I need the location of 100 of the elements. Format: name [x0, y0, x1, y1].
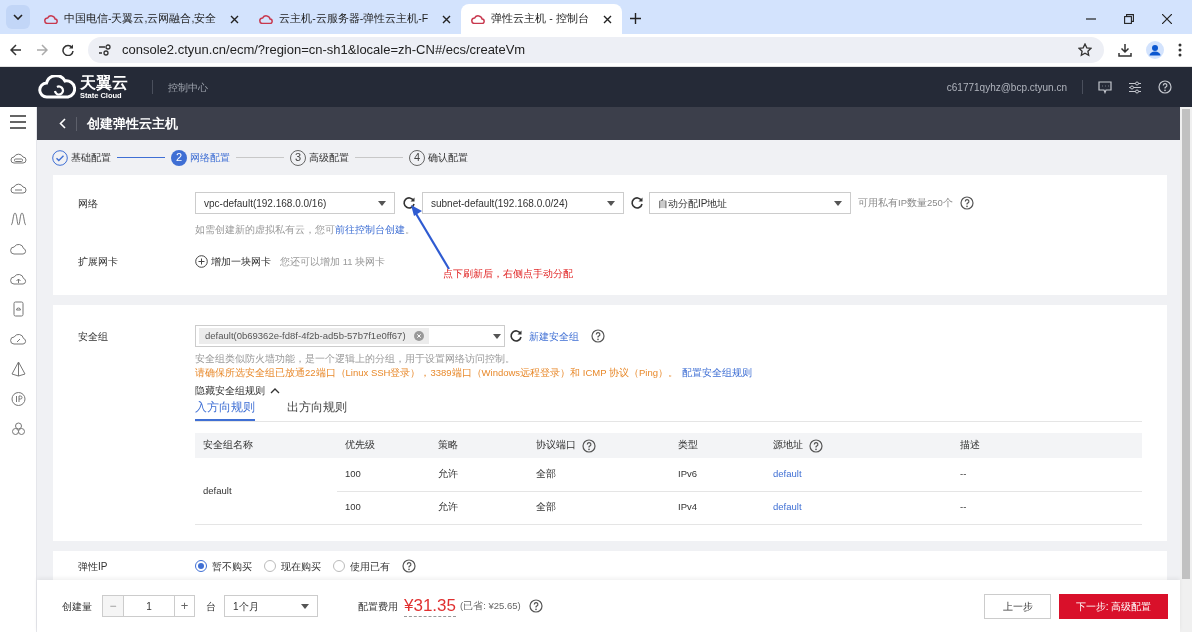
cloud-icon	[259, 14, 274, 24]
source-link[interactable]: default	[773, 501, 802, 513]
ip-mode-select[interactable]: 自动分配IP地址	[649, 192, 851, 214]
nav-link[interactable]: 控制中心	[168, 79, 208, 95]
column-header: 协议端口	[528, 433, 670, 458]
settings-sliders-icon[interactable]	[1128, 80, 1142, 94]
port-warning: 请确保所选安全组已放通22端口（Linux SSH登录），3389端口（Windows远程登录）和 ICMP 协议（Ping）。 配置安全组规则	[195, 366, 753, 380]
column-header: 优先级	[337, 433, 430, 458]
unit-label: 台	[206, 599, 216, 614]
scrollbar-thumb[interactable]	[1182, 109, 1190, 579]
next-button[interactable]: 下一步: 高级配置	[1059, 593, 1168, 619]
pyramid-icon[interactable]	[9, 361, 27, 377]
cloud-icon[interactable]	[9, 241, 27, 257]
table-cell: 允许	[430, 458, 528, 491]
new-tab-icon[interactable]	[629, 13, 641, 24]
refresh-icon[interactable]	[509, 329, 523, 343]
create-vpc-link[interactable]: 前往控制台创建	[335, 224, 405, 235]
close-icon[interactable]	[442, 14, 452, 24]
price-value: ¥31.35	[404, 595, 456, 617]
radio-option[interactable]: 暂不购买	[195, 558, 252, 574]
help-icon[interactable]	[591, 329, 605, 343]
create-security-group-link[interactable]: 新建安全组	[529, 328, 579, 344]
restore-icon[interactable]	[1124, 14, 1134, 24]
peaks-icon[interactable]	[9, 211, 27, 227]
help-icon[interactable]	[402, 559, 416, 573]
vpc-select[interactable]: vpc-default(192.168.0.0/16)	[195, 192, 395, 214]
duration-select[interactable]: 1个月	[224, 595, 318, 617]
subnet-select[interactable]: subnet-default(192.168.0.0/24)	[422, 192, 624, 214]
configure-rules-link[interactable]: 配置安全组规则	[682, 367, 752, 378]
profile-avatar-icon[interactable]	[1146, 41, 1164, 59]
rule-tab[interactable]: 出方向规则	[287, 398, 347, 421]
vpc-hint: 如需创建新的虚拟私有云，您可前往控制台创建。	[195, 223, 416, 237]
address-field[interactable]: console2.ctyun.cn/ecm/?region=cn-sh1&locale=zh-CN#/ecs/createVm	[88, 37, 1104, 63]
field-label: 网络	[78, 196, 99, 211]
quantity-field[interactable]: 1	[124, 596, 174, 616]
refresh-icon[interactable]	[629, 196, 644, 210]
browser-tab[interactable]: 云主机-云服务器-弹性云主机-F	[249, 4, 462, 34]
message-icon[interactable]	[1098, 80, 1112, 94]
quantity-stepper[interactable]: − 1 +	[102, 595, 195, 617]
table-cell: default	[195, 458, 337, 524]
remove-icon[interactable]	[413, 331, 424, 341]
radio-option[interactable]: 使用已有	[333, 558, 390, 574]
table-cell: 100	[337, 491, 430, 524]
chevron-down-icon	[13, 14, 23, 20]
tab-list-button[interactable]	[6, 5, 30, 29]
help-icon[interactable]	[528, 599, 543, 613]
clover-icon[interactable]	[9, 421, 27, 437]
table-cell: --	[952, 458, 1142, 491]
radio-option[interactable]: 现在购买	[264, 558, 321, 574]
cloud-upload-icon[interactable]	[9, 271, 27, 287]
site-settings-icon[interactable]	[98, 44, 112, 56]
increment-button[interactable]: +	[174, 596, 194, 616]
cloud-logo-icon	[38, 75, 76, 99]
ip-icon[interactable]	[9, 391, 27, 407]
column-header: 策略	[430, 433, 528, 458]
savings-text: (已省: ¥25.65)	[460, 598, 521, 613]
security-group-select[interactable]: default(0b69362e-fd8f-4f2b-ad5b-57b7f1e0ff67)	[195, 325, 505, 347]
tab-title: 弹性云主机 - 控制台	[491, 11, 589, 27]
source-link[interactable]: default	[773, 468, 802, 480]
step-label: 高级配置	[309, 151, 349, 165]
field-label: 弹性IP	[78, 559, 109, 574]
column-header: 类型	[670, 433, 765, 458]
close-icon[interactable]	[602, 14, 612, 24]
browser-tab[interactable]: 中国电信-天翼云,云网融合,安全	[34, 4, 250, 34]
cloud-icon	[44, 14, 58, 24]
tag-label: default(0b69362e-fd8f-4f2b-ad5b-57b7f1e0ff67)	[205, 328, 406, 343]
back-icon[interactable]	[10, 44, 22, 56]
rule-tab[interactable]: 入方向规则	[195, 398, 255, 421]
back-chevron-icon[interactable]	[59, 118, 66, 129]
cloud-server-icon[interactable]	[9, 151, 27, 167]
add-nic-button[interactable]: 增加一块网卡	[195, 254, 271, 270]
plus-circle-icon	[195, 255, 208, 269]
cloud-link-icon[interactable]	[9, 331, 27, 347]
star-icon[interactable]	[1078, 43, 1092, 57]
previous-button[interactable]: 上一步	[984, 593, 1051, 619]
cloud-server-icon[interactable]	[9, 181, 27, 197]
browser-tab[interactable]: 弹性云主机 - 控制台	[461, 4, 622, 34]
more-menu-icon[interactable]	[1178, 43, 1182, 57]
caret-icon	[834, 200, 842, 206]
field-label: 安全组	[78, 329, 109, 344]
caret-icon	[493, 333, 501, 339]
help-icon[interactable]	[809, 438, 823, 453]
download-icon[interactable]	[1118, 43, 1132, 57]
hide-rules-toggle[interactable]: 隐藏安全组规则	[195, 383, 280, 398]
table-cell: IPv4	[670, 491, 765, 524]
help-icon[interactable]	[959, 196, 974, 210]
help-icon[interactable]	[582, 438, 596, 453]
user-account[interactable]: c61771qyhz@bcp.ctyun.cn	[946, 79, 1067, 95]
close-icon[interactable]	[1162, 14, 1172, 24]
menu-icon[interactable]	[10, 115, 26, 129]
tab-title: 云主机-云服务器-弹性云主机-F	[279, 11, 429, 27]
price-label: 配置费用	[358, 599, 398, 614]
chevron-up-icon	[270, 387, 280, 394]
table-cell: 100	[337, 458, 430, 491]
step-label: 基础配置	[71, 151, 111, 165]
table-cell: 全部	[528, 491, 670, 524]
close-icon[interactable]	[230, 14, 240, 24]
refresh-icon[interactable]	[401, 196, 416, 210]
reload-icon[interactable]	[62, 44, 74, 56]
step-number: 2	[171, 149, 187, 166]
